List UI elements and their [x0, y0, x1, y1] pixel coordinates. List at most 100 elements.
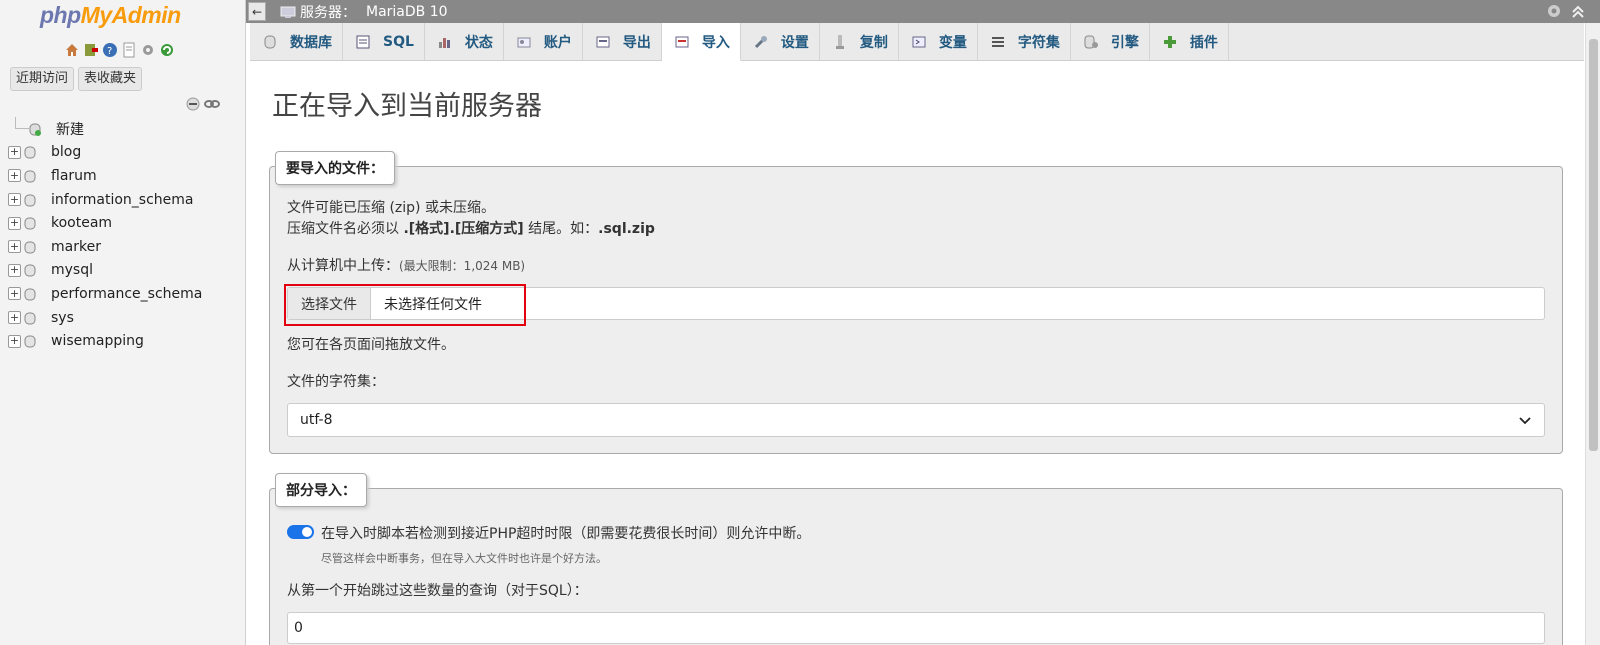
navigation-sidebar: phpMyAdmin ? 近期访问 表收藏夹 新建 + blog + flarum … [0, 0, 246, 645]
tab-accounts[interactable]: 账户 [504, 23, 583, 60]
tree-item-label: mysql [51, 262, 93, 279]
database-icon [24, 217, 36, 230]
collapse-all-icon[interactable] [186, 97, 200, 111]
tree-item-label: 新建 [56, 121, 84, 138]
tab-variables[interactable]: 变量 [899, 23, 978, 60]
replication-icon [835, 34, 844, 49]
expand-icon[interactable]: + [8, 311, 21, 325]
recent-tab[interactable]: 近期访问 [10, 67, 75, 91]
filename-format-info: 压缩文件名必须以 .[格式].[压缩方式] 结尾。如：.sql.zip [287, 221, 655, 237]
home-icon[interactable] [64, 42, 80, 58]
scrollbar-thumb[interactable] [1589, 39, 1598, 451]
tree-item-mysql[interactable]: + mysql [8, 259, 202, 283]
expand-icon[interactable]: + [8, 193, 21, 207]
expand-icon[interactable]: + [8, 169, 21, 183]
tab-sql[interactable]: SQL [343, 23, 425, 60]
settings-icon[interactable] [140, 42, 156, 58]
server-breadcrumb-bar: ← 服务器： MariaDB 10 [246, 0, 1600, 23]
chevron-down-icon [1519, 417, 1531, 425]
tree-item-label: sys [51, 309, 74, 326]
tree-item-information-schema[interactable]: + information_schema [8, 188, 202, 212]
expand-icon[interactable]: + [8, 216, 21, 230]
tree-item-label: performance_schema [51, 285, 203, 302]
compression-info: 文件可能已压缩 (zip) 或未压缩。 [287, 200, 495, 216]
database-icon [24, 170, 36, 183]
tree-item-flarum[interactable]: + flarum [8, 164, 202, 188]
tree-item-performance-schema[interactable]: + performance_schema [8, 282, 202, 306]
tree-item-blog[interactable]: + blog [8, 141, 202, 165]
section-legend: 部分导入： [275, 473, 367, 507]
variables-icon [912, 36, 926, 47]
database-icon [264, 35, 276, 48]
status-icon [438, 37, 450, 48]
allow-interrupt-note: 尽管这样会中断事务，但在导入大文件时也许是个好方法。 [321, 552, 607, 565]
expand-icon[interactable]: + [8, 334, 21, 348]
expand-icon[interactable]: + [8, 287, 21, 301]
allow-interrupt-label: 在导入时脚本若检测到接近PHP超时时限（即需要花费很长时间）则允许中断。 [321, 526, 811, 542]
tab-import[interactable]: 导入 [661, 23, 741, 61]
tab-charsets[interactable]: 字符集 [978, 23, 1071, 60]
tree-item-label: wisemapping [51, 333, 144, 350]
tree-item-label: marker [51, 238, 101, 255]
database-icon [24, 335, 36, 348]
sidebar-tabs: 近期访问 表收藏夹 [10, 67, 143, 91]
allow-interrupt-toggle[interactable] [287, 525, 314, 539]
database-icon [24, 264, 36, 277]
database-icon [24, 288, 36, 301]
top-right-controls [1546, 3, 1586, 19]
partial-import-section: 部分导入： 在导入时脚本若检测到接近PHP超时时限（即需要花费很长时间）则允许中… [269, 473, 1563, 645]
database-icon [24, 312, 36, 325]
expand-icon[interactable]: + [8, 145, 21, 159]
reload-icon[interactable] [159, 42, 175, 58]
expand-icon[interactable]: + [8, 263, 21, 277]
charset-icon [991, 36, 1004, 47]
link-icon[interactable] [204, 97, 220, 111]
tab-replication[interactable]: 复制 [820, 23, 899, 60]
expand-icon[interactable]: + [8, 240, 21, 254]
tree-item-wisemapping[interactable]: + wisemapping [8, 329, 202, 353]
page-scrollbar[interactable] [1585, 23, 1600, 645]
server-name: MariaDB 10 [366, 3, 448, 20]
tab-export[interactable]: 导出 [583, 23, 662, 60]
docs-icon[interactable] [121, 42, 137, 58]
tree-item-label: kooteam [51, 215, 113, 232]
database-icon [24, 241, 36, 254]
tree-item-sys[interactable]: + sys [8, 306, 202, 330]
phpmyadmin-logo[interactable]: phpMyAdmin [40, 2, 181, 29]
page-title: 正在导入到当前服务器 [272, 91, 542, 122]
tree-item-label: blog [51, 144, 82, 161]
database-tree: 新建 + blog + flarum + information_schema + ko… [8, 117, 202, 353]
tab-plugins[interactable]: 插件 [1150, 23, 1229, 60]
sql-icon [356, 35, 370, 48]
logout-icon[interactable] [83, 42, 99, 58]
gear-icon[interactable] [1546, 3, 1562, 19]
tab-settings[interactable]: 设置 [741, 23, 820, 60]
collapse-sidebar-button[interactable]: ← [248, 2, 266, 21]
charset-value: utf-8 [300, 412, 333, 428]
breadcrumb[interactable]: 服务器： MariaDB 10 [280, 2, 448, 22]
collapse-up-icon[interactable] [1570, 3, 1586, 19]
export-icon [596, 36, 610, 47]
tree-item-marker[interactable]: + marker [8, 235, 202, 259]
accounts-icon [517, 37, 531, 47]
help-icon[interactable]: ? [102, 42, 118, 58]
engine-icon [1084, 35, 1098, 48]
tree-controls [186, 97, 220, 111]
tab-databases[interactable]: 数据库 [250, 23, 343, 60]
main-tabs: 数据库 SQL 状态 账户 导出 导入 设置 复制 变量 字符集 引擎 插件 [250, 23, 1584, 61]
tab-engines[interactable]: 引擎 [1071, 23, 1150, 60]
tree-item-kooteam[interactable]: + kooteam [8, 211, 202, 235]
svg-text:?: ? [107, 46, 112, 57]
favorites-tab[interactable]: 表收藏夹 [78, 67, 143, 91]
database-icon [24, 146, 36, 159]
tab-status[interactable]: 状态 [425, 23, 504, 60]
database-icon [24, 194, 36, 207]
wrench-icon [754, 35, 767, 48]
tree-item-new[interactable]: 新建 [8, 117, 202, 141]
charset-select[interactable]: utf-8 [287, 403, 1545, 437]
skip-queries-input[interactable]: 0 [287, 612, 1545, 644]
tree-item-label: flarum [51, 167, 97, 184]
tree-item-label: information_schema [51, 191, 194, 208]
upload-label: 从计算机中上传：(最大限制：1,024 MB) [287, 258, 526, 274]
drag-drop-hint: 您可在各页面间拖放文件。 [287, 337, 455, 353]
